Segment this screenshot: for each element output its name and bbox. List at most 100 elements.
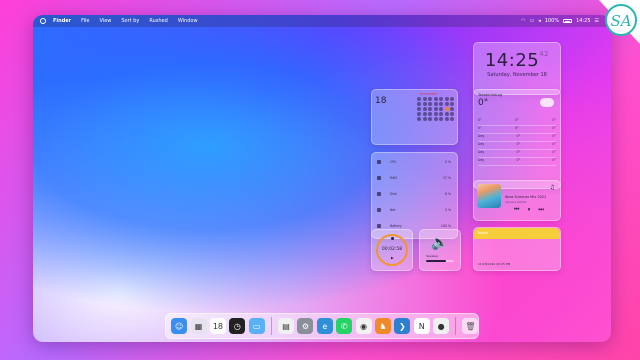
- display-icon[interactable]: ▭: [530, 15, 535, 27]
- calendar-date[interactable]: [417, 112, 421, 116]
- menu-finder[interactable]: Finder: [53, 18, 71, 24]
- dock-app-vscode-icon[interactable]: ❯: [394, 318, 411, 334]
- timer-time: 00:02:58: [381, 247, 403, 252]
- calendar-date[interactable]: [439, 102, 443, 106]
- calendar-today[interactable]: [444, 107, 449, 111]
- volume-label: Speaker: [426, 254, 439, 258]
- calendar-widget[interactable]: 18 NOVEMBER: [371, 89, 458, 145]
- forecast-row: Day 0° 0°: [478, 142, 556, 150]
- calendar-date[interactable]: [450, 117, 454, 121]
- calendar-date[interactable]: [433, 97, 438, 101]
- music-widget[interactable]: ♫ Ibiza Summer Mix 2022 Various Artists …: [473, 180, 561, 221]
- calendar-date[interactable]: [439, 97, 443, 101]
- dock-app-taskmgr-icon[interactable]: ▤: [278, 318, 295, 334]
- music-note-icon: ♫: [549, 184, 555, 191]
- calendar-date[interactable]: [417, 117, 421, 121]
- forecast-row: 0° 0° 0°: [478, 126, 556, 134]
- timer-widget[interactable]: 00:02:58 ▶: [371, 229, 413, 271]
- pause-icon[interactable]: ⏸: [527, 206, 530, 214]
- calendar-date[interactable]: [450, 102, 454, 106]
- calendar-date[interactable]: [444, 117, 449, 121]
- dock-app-edge-icon[interactable]: e: [316, 318, 333, 334]
- calendar-month: NOVEMBER: [420, 92, 438, 96]
- calendar-date[interactable]: [444, 112, 449, 116]
- weather-temp: 0°: [478, 98, 489, 108]
- clock-widget[interactable]: 14:2542 Saturday, November 18: [473, 42, 561, 95]
- menu-file[interactable]: File: [81, 18, 89, 24]
- clock-seconds: 42: [539, 50, 550, 58]
- forecast-row: Day 0° 0°: [478, 150, 556, 158]
- system-stats-widget[interactable]: CPU 0 % RAM 37 % Disk 8 % Net 0 % Battery 100…: [371, 152, 458, 239]
- dock-app-github-icon[interactable]: ●: [433, 318, 450, 334]
- calendar-date[interactable]: [450, 97, 454, 101]
- wifi-icon[interactable]: ◠: [521, 15, 525, 27]
- calendar-date[interactable]: [433, 112, 438, 116]
- calendar-date[interactable]: [417, 97, 421, 101]
- calendar-date[interactable]: [428, 117, 432, 121]
- calendar-date[interactable]: [433, 117, 438, 121]
- disk-icon: [377, 192, 381, 196]
- volume-slider[interactable]: [426, 260, 454, 262]
- weather-city: Yekaterinburg: [478, 93, 503, 97]
- dock-app-game-icon[interactable]: ♞: [374, 318, 391, 334]
- battery-icon: [377, 224, 381, 228]
- calendar-date[interactable]: [428, 97, 432, 101]
- calendar-date[interactable]: [444, 102, 449, 106]
- dock-app-clock-icon[interactable]: ◷: [229, 318, 246, 334]
- calendar-date[interactable]: [422, 102, 427, 106]
- dock-separator: [270, 317, 272, 335]
- notes-widget[interactable]: Notes 11/18/2022 02:25 PM: [473, 227, 561, 271]
- dock-app-folder-icon[interactable]: ▭: [248, 318, 265, 334]
- dock-app-launchpad-icon[interactable]: ▦: [190, 318, 207, 334]
- calendar-date[interactable]: [433, 102, 438, 106]
- menu-sort-by[interactable]: Sort by: [121, 18, 139, 24]
- dock-separator: [455, 317, 457, 335]
- play-icon[interactable]: ▶: [391, 256, 394, 260]
- dock-app-calendar-icon[interactable]: 18: [209, 318, 226, 334]
- calendar-date[interactable]: [428, 107, 432, 111]
- calendar-date[interactable]: [433, 107, 438, 111]
- notes-header: Notes: [474, 228, 560, 239]
- calendar-date[interactable]: [417, 107, 421, 111]
- calendar-date[interactable]: [428, 102, 432, 106]
- dock-app-finder-icon[interactable]: ☺: [171, 318, 188, 334]
- battery-icon[interactable]: [563, 19, 573, 23]
- calendar-date[interactable]: [450, 107, 454, 111]
- calendar-date[interactable]: [428, 112, 432, 116]
- calendar-date[interactable]: [439, 112, 443, 116]
- menubar-clock[interactable]: 14:25: [576, 15, 590, 27]
- stat-row-ram: RAM 37 %: [372, 171, 457, 185]
- apple-menu-icon[interactable]: [40, 18, 46, 24]
- next-icon[interactable]: ⏭: [538, 206, 543, 214]
- notes-timestamp: 11/18/2022 02:25 PM: [478, 262, 511, 266]
- trash-icon[interactable]: 🗑: [462, 318, 479, 334]
- stat-row-cpu: CPU 0 %: [372, 155, 457, 169]
- timer-dot: [391, 237, 394, 240]
- calendar-date[interactable]: [422, 117, 427, 121]
- calendar-date[interactable]: [444, 97, 449, 101]
- calendar-date[interactable]: [450, 112, 454, 116]
- volume-widget[interactable]: 🔈 Speaker: [419, 229, 461, 271]
- forecast-list: 0° 0° 0° 0° 0° 0° Day 0° 0° Day 0° 0° Day 0° 0° Da…: [478, 118, 556, 166]
- dock-app-settings-icon[interactable]: ⚙: [297, 318, 314, 334]
- calendar-date[interactable]: [422, 112, 427, 116]
- volume-icon[interactable]: ◂: [538, 15, 541, 27]
- calendar-date[interactable]: [422, 107, 427, 111]
- menu-rushed[interactable]: Rushed: [149, 18, 167, 24]
- calendar-date[interactable]: [422, 97, 427, 101]
- calendar-date[interactable]: [439, 117, 443, 121]
- clock-date: Saturday, November 18: [487, 72, 547, 78]
- dock-app-whatsapp-icon[interactable]: ✆: [336, 318, 353, 334]
- status-area: ◠ ▭ ◂ 100% 14:25 ☰: [521, 15, 599, 27]
- ram-icon: [377, 176, 381, 180]
- weather-widget[interactable]: Yekaterinburg 0° 0° 0° 0° 0° 0° 0° Day 0° 0° D…: [473, 89, 561, 189]
- dock-app-chrome-icon[interactable]: ◉: [355, 318, 372, 334]
- menu-window[interactable]: Window: [178, 18, 198, 24]
- menu-view[interactable]: View: [100, 18, 112, 24]
- album-art: [477, 184, 501, 208]
- forecast-row: Day 0° 0°: [478, 134, 556, 142]
- calendar-date[interactable]: [417, 102, 421, 106]
- calendar-date[interactable]: [439, 107, 443, 111]
- previous-icon[interactable]: ⏮: [514, 206, 519, 214]
- dock-app-notion-icon[interactable]: N: [413, 318, 430, 334]
